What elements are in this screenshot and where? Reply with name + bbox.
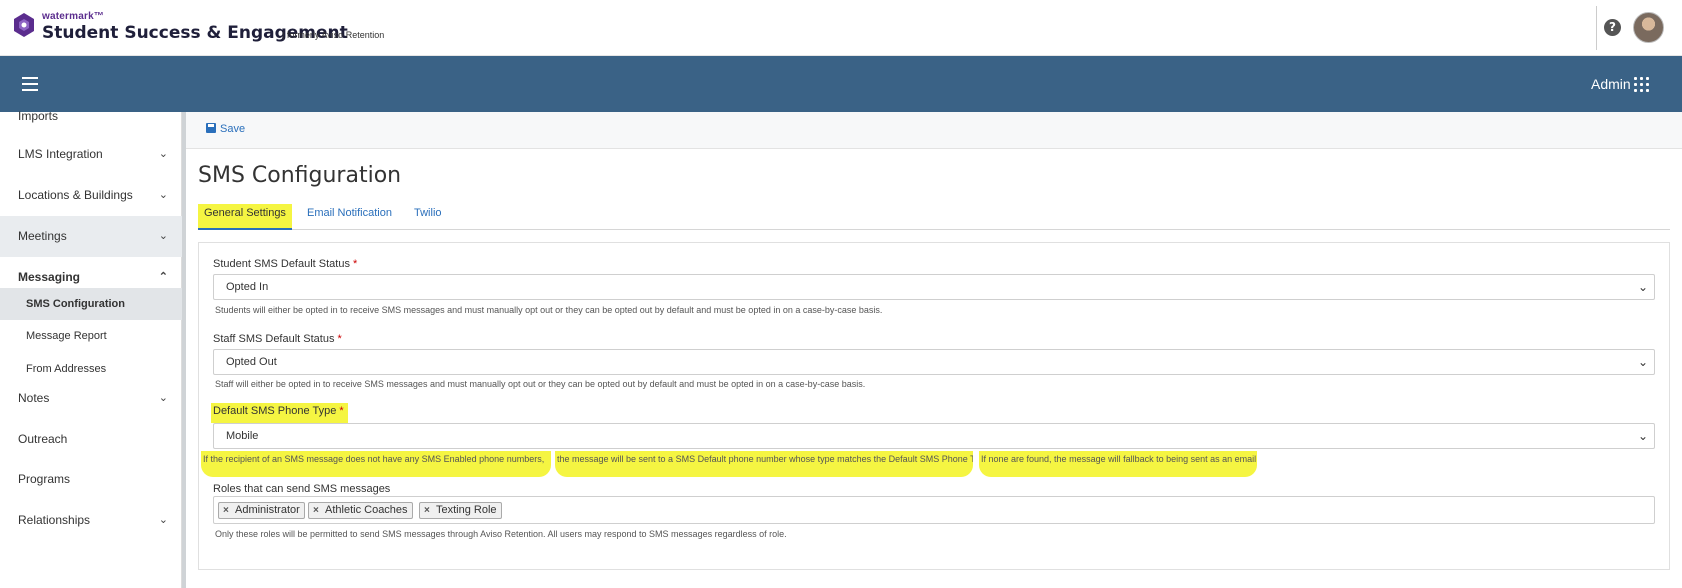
watermark-logo-icon: [14, 13, 34, 37]
phone-type-value: Mobile: [226, 430, 259, 442]
save-label: Save: [220, 123, 246, 135]
sidebar-item-notes[interactable]: Notes ⌄: [0, 378, 182, 419]
required-marker: *: [353, 258, 358, 270]
sidebar-item-label: SMS Configuration: [26, 298, 125, 310]
page-title: SMS Configuration: [198, 163, 402, 188]
phone-type-select[interactable]: Mobile ⌄: [213, 423, 1655, 449]
header-divider: [1596, 6, 1597, 50]
sidebar-item-label: Meetings: [18, 229, 67, 243]
student-status-value: Opted In: [226, 281, 269, 293]
close-icon[interactable]: ×: [424, 503, 430, 518]
role-chip-label: Athletic Coaches: [325, 504, 408, 516]
phone-type-help-part3: If none are found, the message will fall…: [979, 451, 1257, 477]
sidebar-item-label: From Addresses: [26, 363, 107, 375]
chevron-down-icon: ⌄: [1637, 280, 1648, 294]
top-header: watermark™ Student Success & Engagement …: [0, 0, 1682, 56]
chevron-down-icon: ⌄: [1637, 429, 1648, 443]
staff-status-label-text: Staff SMS Default Status: [213, 333, 335, 345]
role-chip-texting-role[interactable]: × Texting Role: [419, 502, 502, 519]
avatar[interactable]: [1633, 12, 1664, 43]
phone-type-help-part1: If the recipient of an SMS message does …: [201, 451, 551, 477]
settings-card: Student SMS Default Status * Opted In ⌄ …: [198, 242, 1670, 570]
sidebar-item-sms-configuration[interactable]: SMS Configuration: [0, 288, 182, 320]
tab-general-settings[interactable]: General Settings: [198, 204, 292, 230]
sidebar-item-label: Relationships: [18, 513, 91, 527]
chevron-down-icon: ⌄: [158, 392, 168, 404]
role-chip-label: Texting Role: [436, 504, 497, 516]
chevron-down-icon: ⌄: [158, 230, 168, 242]
phone-type-help-part2: the message will be sent to a SMS Defaul…: [555, 451, 973, 477]
sidebar-scrollbar[interactable]: [182, 112, 186, 588]
question-circle-icon[interactable]: ?: [1604, 19, 1621, 36]
close-icon[interactable]: ×: [313, 503, 319, 518]
chevron-down-icon: ⌄: [1637, 355, 1648, 369]
roles-label: Roles that can send SMS messages: [213, 483, 391, 495]
phone-type-label-text: Default SMS Phone Type: [213, 405, 337, 417]
student-status-help: Students will either be opted in to rece…: [215, 305, 883, 315]
sidebar-item-label: Message Report: [26, 330, 107, 342]
sidebar-item-label: Outreach: [18, 432, 68, 446]
phone-type-label: Default SMS Phone Type *: [211, 403, 348, 423]
save-button[interactable]: Save: [206, 123, 245, 135]
roles-help: Only these roles will be permitted to se…: [215, 529, 787, 539]
staff-status-value: Opted Out: [226, 356, 277, 368]
sidebar-item-locations-buildings[interactable]: Locations & Buildings ⌄: [0, 175, 182, 216]
tab-twilio[interactable]: Twilio: [414, 204, 442, 230]
sidebar-item-label: Notes: [18, 391, 50, 405]
sidebar-item-lms-integration[interactable]: LMS Integration ⌄: [0, 134, 182, 175]
sidebar-item-label: Imports: [18, 109, 59, 123]
chevron-down-icon: ⌄: [158, 189, 168, 201]
sidebar-item-label: Locations & Buildings: [18, 188, 133, 202]
student-status-select[interactable]: Opted In ⌄: [213, 274, 1655, 300]
sidebar-item-message-report[interactable]: Message Report: [0, 320, 182, 352]
brand-small: watermark™: [42, 11, 105, 22]
toolbar: Save: [186, 112, 1682, 149]
admin-menu-label[interactable]: Admin: [1591, 76, 1631, 92]
role-chip-athletic-coaches[interactable]: × Athletic Coaches: [308, 502, 413, 519]
floppy-disk-icon: [206, 123, 216, 133]
grid-apps-icon[interactable]: [1634, 77, 1649, 92]
chevron-down-icon: ⌄: [158, 514, 168, 526]
sidebar-item-meetings[interactable]: Meetings ⌄: [0, 216, 182, 257]
role-chip-administrator[interactable]: × Administrator: [218, 502, 305, 519]
sidebar: Imports LMS Integration ⌄ Locations & Bu…: [0, 109, 182, 588]
required-marker: *: [339, 405, 344, 417]
sidebar-item-label: Messaging: [18, 270, 81, 284]
tab-email-notification[interactable]: Email Notification: [307, 204, 392, 230]
staff-status-help: Staff will either be opted in to receive…: [215, 379, 866, 389]
role-chip-label: Administrator: [235, 504, 300, 516]
brand-formerly: | formerly Aviso Retention: [282, 30, 385, 40]
chevron-down-icon: ⌄: [158, 148, 168, 160]
navbar: Admin: [0, 56, 1682, 112]
sidebar-item-programs[interactable]: Programs: [0, 459, 182, 500]
roles-multiselect[interactable]: × Administrator × Athletic Coaches × Textin…: [213, 496, 1655, 524]
required-marker: *: [337, 333, 342, 345]
tab-bar: General Settings Email Notification Twil…: [198, 204, 1670, 230]
sidebar-item-outreach[interactable]: Outreach: [0, 419, 182, 460]
student-status-label-text: Student SMS Default Status: [213, 258, 350, 270]
hamburger-icon[interactable]: [22, 77, 38, 91]
staff-status-select[interactable]: Opted Out ⌄: [213, 349, 1655, 375]
student-status-label: Student SMS Default Status *: [213, 258, 357, 270]
sidebar-item-label: Programs: [18, 472, 71, 486]
close-icon[interactable]: ×: [223, 503, 229, 518]
sidebar-item-relationships[interactable]: Relationships ⌄: [0, 500, 182, 541]
staff-status-label: Staff SMS Default Status *: [213, 333, 342, 345]
sidebar-item-label: LMS Integration: [18, 147, 103, 161]
